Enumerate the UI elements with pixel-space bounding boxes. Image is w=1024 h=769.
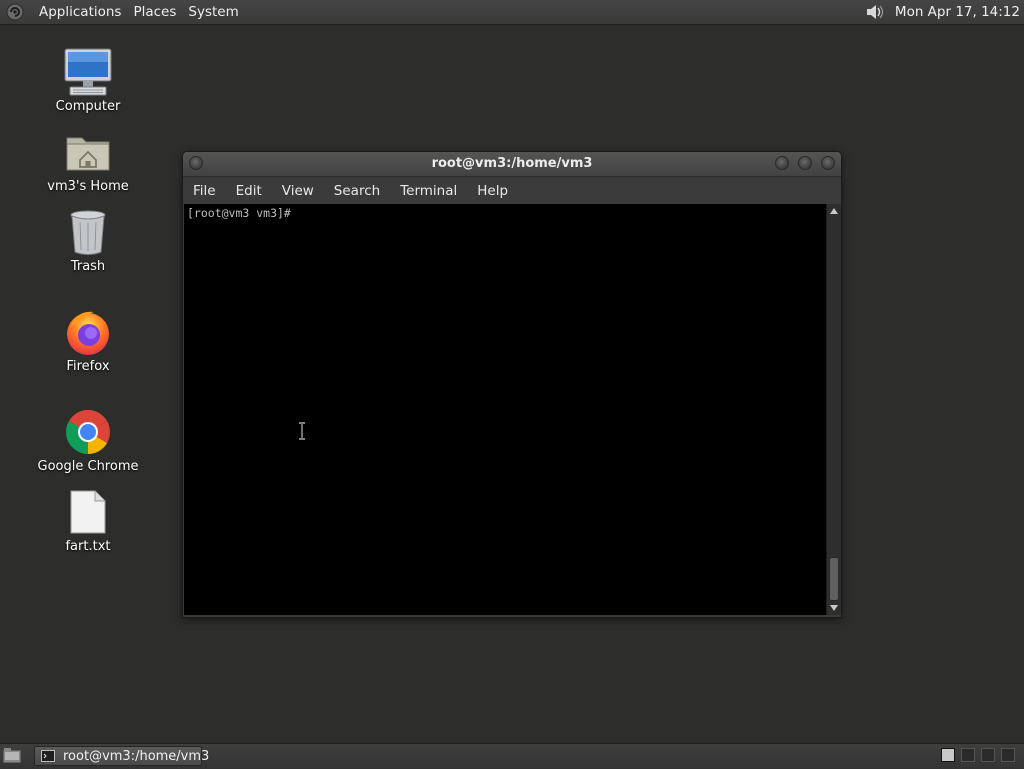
window-titlebar[interactable]: root@vm3:/home/vm3 [183,152,841,177]
desktop-icon-label: Computer [55,99,121,114]
desktop-icon-trash[interactable]: Trash [33,206,143,274]
terminal-icon [41,750,55,762]
minimize-button[interactable] [775,156,789,170]
scrollbar-thumb[interactable] [829,557,839,601]
computer-icon [62,46,114,98]
menu-file[interactable]: File [183,183,226,199]
top-panel: Applications Places System Mon Apr 17, 1… [0,0,1024,25]
scroll-down-arrow-icon[interactable] [827,602,841,614]
vertical-scrollbar[interactable] [826,204,841,615]
taskbar-terminal-button[interactable]: root@vm3:/home/vm3 [34,746,209,766]
window-title: root@vm3:/home/vm3 [431,156,593,171]
taskbar-terminal-label: root@vm3:/home/vm3 [63,748,210,764]
desktop-icon-label: Trash [70,259,106,274]
bottom-panel: root@vm3:/home/vm3 [0,743,1024,769]
shell-prompt: [root@vm3 vm3]# [187,206,291,220]
system-menu[interactable]: System [182,1,244,23]
desktop-icon-label: vm3's Home [47,179,129,194]
terminal-window[interactable]: root@vm3:/home/vm3 File Edit View Search… [182,151,842,618]
firefox-icon [62,306,114,358]
terminal-menubar: File Edit View Search Terminal Help [183,177,841,204]
desktop-icon-chrome[interactable]: Google Chrome [33,406,143,474]
close-button[interactable] [821,156,835,170]
desktop-icon-text-file[interactable]: fart.txt [33,486,143,554]
scroll-up-arrow-icon[interactable] [827,205,841,217]
menu-search[interactable]: Search [324,183,390,199]
menu-terminal[interactable]: Terminal [390,183,467,199]
volume-icon[interactable] [863,1,885,23]
distro-logo-icon[interactable] [5,2,25,22]
home-folder-icon [62,126,114,178]
menu-help[interactable]: Help [467,183,518,199]
menu-edit[interactable]: Edit [226,183,272,199]
trash-icon [62,206,114,258]
show-desktop-icon[interactable] [2,747,22,765]
chrome-icon [62,406,114,458]
terminal-output[interactable]: [root@vm3 vm3]# [184,204,826,615]
places-menu[interactable]: Places [127,1,182,23]
applications-menu[interactable]: Applications [33,1,127,23]
desktop-icon-label: fart.txt [65,539,111,554]
menu-view[interactable]: View [272,183,324,199]
desktop-icon-home[interactable]: vm3's Home [33,126,143,194]
clock[interactable]: Mon Apr 17, 14:12 [895,4,1024,20]
workspace-4[interactable] [1001,748,1015,762]
desktop-icon-computer[interactable]: Computer [33,46,143,114]
workspace-2[interactable] [961,748,975,762]
desktop-icon-label: Google Chrome [37,459,139,474]
desktop-icon-label: Firefox [66,359,110,374]
maximize-button[interactable] [798,156,812,170]
desktop-icon-firefox[interactable]: Firefox [33,306,143,374]
workspace-3[interactable] [981,748,995,762]
workspace-1[interactable] [941,748,955,762]
text-cursor-icon [297,422,307,440]
text-file-icon [62,486,114,538]
